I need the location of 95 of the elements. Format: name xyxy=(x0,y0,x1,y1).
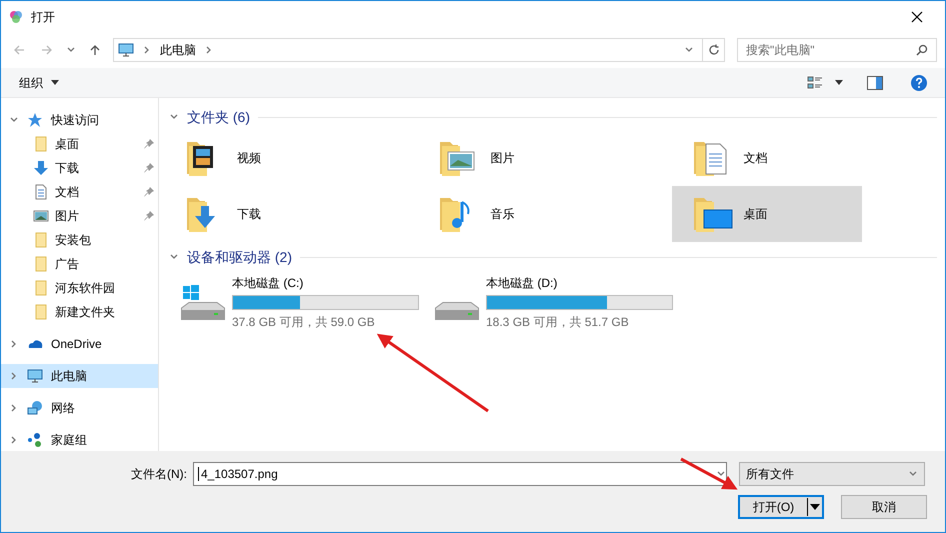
search-input[interactable]: 搜索"此电脑" xyxy=(746,41,916,59)
preview-pane-button[interactable] xyxy=(867,76,883,90)
caret-icon xyxy=(808,503,822,511)
drive-tile[interactable]: 本地磁盘 (D:) 18.3 GB 可用，共 51.7 GB xyxy=(419,272,673,331)
filename-field[interactable]: 4_103507.png xyxy=(193,462,727,486)
preview-pane-icon xyxy=(867,76,883,90)
nav-label: 新建文件夹 xyxy=(55,304,116,321)
nav-label: 桌面 xyxy=(55,136,80,153)
group-heading: 文件夹 (6) xyxy=(187,108,250,127)
folder-icon xyxy=(33,256,49,272)
doc-icon xyxy=(33,184,49,200)
folder-label: 文档 xyxy=(744,150,768,167)
folder-icon xyxy=(33,136,49,152)
folder-label: 图片 xyxy=(490,150,514,167)
folder-icon xyxy=(33,280,49,296)
drive-tile[interactable]: 本地磁盘 (C:) 37.8 GB 可用，共 59.0 GB xyxy=(165,272,419,331)
pc-icon xyxy=(118,42,134,58)
up-icon xyxy=(89,44,101,56)
nav-label: 图片 xyxy=(55,208,80,225)
nav-item[interactable]: 网络 xyxy=(1,396,158,420)
picture-icon xyxy=(33,208,49,224)
nav-item[interactable]: 河东软件园 xyxy=(1,276,158,300)
folder-label: 桌面 xyxy=(744,206,768,223)
nav-item[interactable]: 广告 xyxy=(1,252,158,276)
nav-label: 广告 xyxy=(55,256,80,273)
cancel-button[interactable]: 取消 xyxy=(841,495,927,519)
drive-space: 37.8 GB 可用，共 59.0 GB xyxy=(232,314,376,331)
drive-name: 本地磁盘 (D:) xyxy=(486,275,558,292)
nav-label: 此电脑 xyxy=(51,368,87,385)
filename-value: 4_103507.png xyxy=(201,466,279,483)
search-icon xyxy=(916,44,928,56)
nav-label: 快速访问 xyxy=(51,112,99,129)
nav-label: OneDrive xyxy=(51,336,102,353)
folder-tile[interactable]: 桌面 xyxy=(672,186,862,242)
pin-icon xyxy=(144,211,154,221)
drive-name: 本地磁盘 (C:) xyxy=(232,275,304,292)
nav-item[interactable]: 此电脑 xyxy=(1,364,158,388)
caret-icon xyxy=(51,80,59,85)
nav-item[interactable]: 快速访问 xyxy=(1,108,158,132)
arrow-annotation xyxy=(680,458,738,490)
view-button[interactable] xyxy=(807,74,843,90)
homegroup-icon xyxy=(27,432,43,448)
nav-item[interactable]: 文档 xyxy=(1,180,158,204)
star-icon xyxy=(27,112,43,128)
folder-label: 音乐 xyxy=(490,206,514,223)
view-icon xyxy=(807,74,823,90)
pin-icon xyxy=(144,139,154,149)
address-bar[interactable]: 此电脑 xyxy=(113,38,725,62)
close-icon xyxy=(911,10,923,22)
nav-label: 河东软件园 xyxy=(55,280,116,297)
folder-label: 视频 xyxy=(237,150,261,167)
folder-icon xyxy=(33,232,49,248)
hard-drive-icon xyxy=(181,302,225,320)
window-title: 打开 xyxy=(31,8,55,26)
download-icon xyxy=(33,160,49,176)
nav-label: 下载 xyxy=(55,160,80,177)
nav-item[interactable]: 安装包 xyxy=(1,228,158,252)
nav-label: 家庭组 xyxy=(51,432,87,449)
app-icon xyxy=(9,10,23,24)
network-icon xyxy=(27,400,43,416)
folder-tile[interactable]: 图片 xyxy=(418,130,668,186)
file-type-dropdown[interactable]: 所有文件 xyxy=(739,462,925,486)
nav-item[interactable]: 下载 xyxy=(1,156,158,180)
group-heading: 设备和驱动器 (2) xyxy=(187,248,292,267)
open-button[interactable]: 打开(O) xyxy=(738,495,824,519)
caret-icon xyxy=(835,80,843,85)
pin-icon xyxy=(144,187,154,197)
forward-icon xyxy=(41,44,53,56)
folder-tile[interactable]: 下载 xyxy=(165,186,415,242)
organize-button[interactable]: 组织 xyxy=(19,74,59,92)
folder-tile[interactable]: 音乐 xyxy=(418,186,668,242)
filename-label: 文件名(N): xyxy=(131,466,188,483)
help-icon xyxy=(911,74,927,90)
pin-icon xyxy=(144,163,154,173)
folder-tile[interactable]: 文档 xyxy=(672,130,862,186)
search-field[interactable]: 搜索"此电脑" xyxy=(737,38,937,62)
nav-item[interactable]: 图片 xyxy=(1,204,158,228)
folder-label: 下载 xyxy=(237,206,261,223)
pc-icon xyxy=(27,368,43,384)
nav-item[interactable]: OneDrive xyxy=(1,332,158,356)
nav-item[interactable]: 桌面 xyxy=(1,132,158,156)
folder-icon xyxy=(33,304,49,320)
breadcrumb[interactable]: 此电脑 xyxy=(160,41,196,59)
refresh-icon xyxy=(708,44,720,56)
nav-item[interactable]: 家庭组 xyxy=(1,428,158,452)
drive-space: 18.3 GB 可用，共 51.7 GB xyxy=(486,314,630,331)
file-type-value: 所有文件 xyxy=(746,466,795,483)
help-button[interactable] xyxy=(911,74,927,90)
nav-label: 安装包 xyxy=(55,232,92,249)
nav-label: 文档 xyxy=(55,184,80,201)
nav-label: 网络 xyxy=(51,400,75,417)
folder-tile[interactable]: 视频 xyxy=(165,130,415,186)
nav-item[interactable]: 新建文件夹 xyxy=(1,300,158,324)
back-icon xyxy=(13,44,25,56)
hard-drive-icon xyxy=(435,302,479,320)
